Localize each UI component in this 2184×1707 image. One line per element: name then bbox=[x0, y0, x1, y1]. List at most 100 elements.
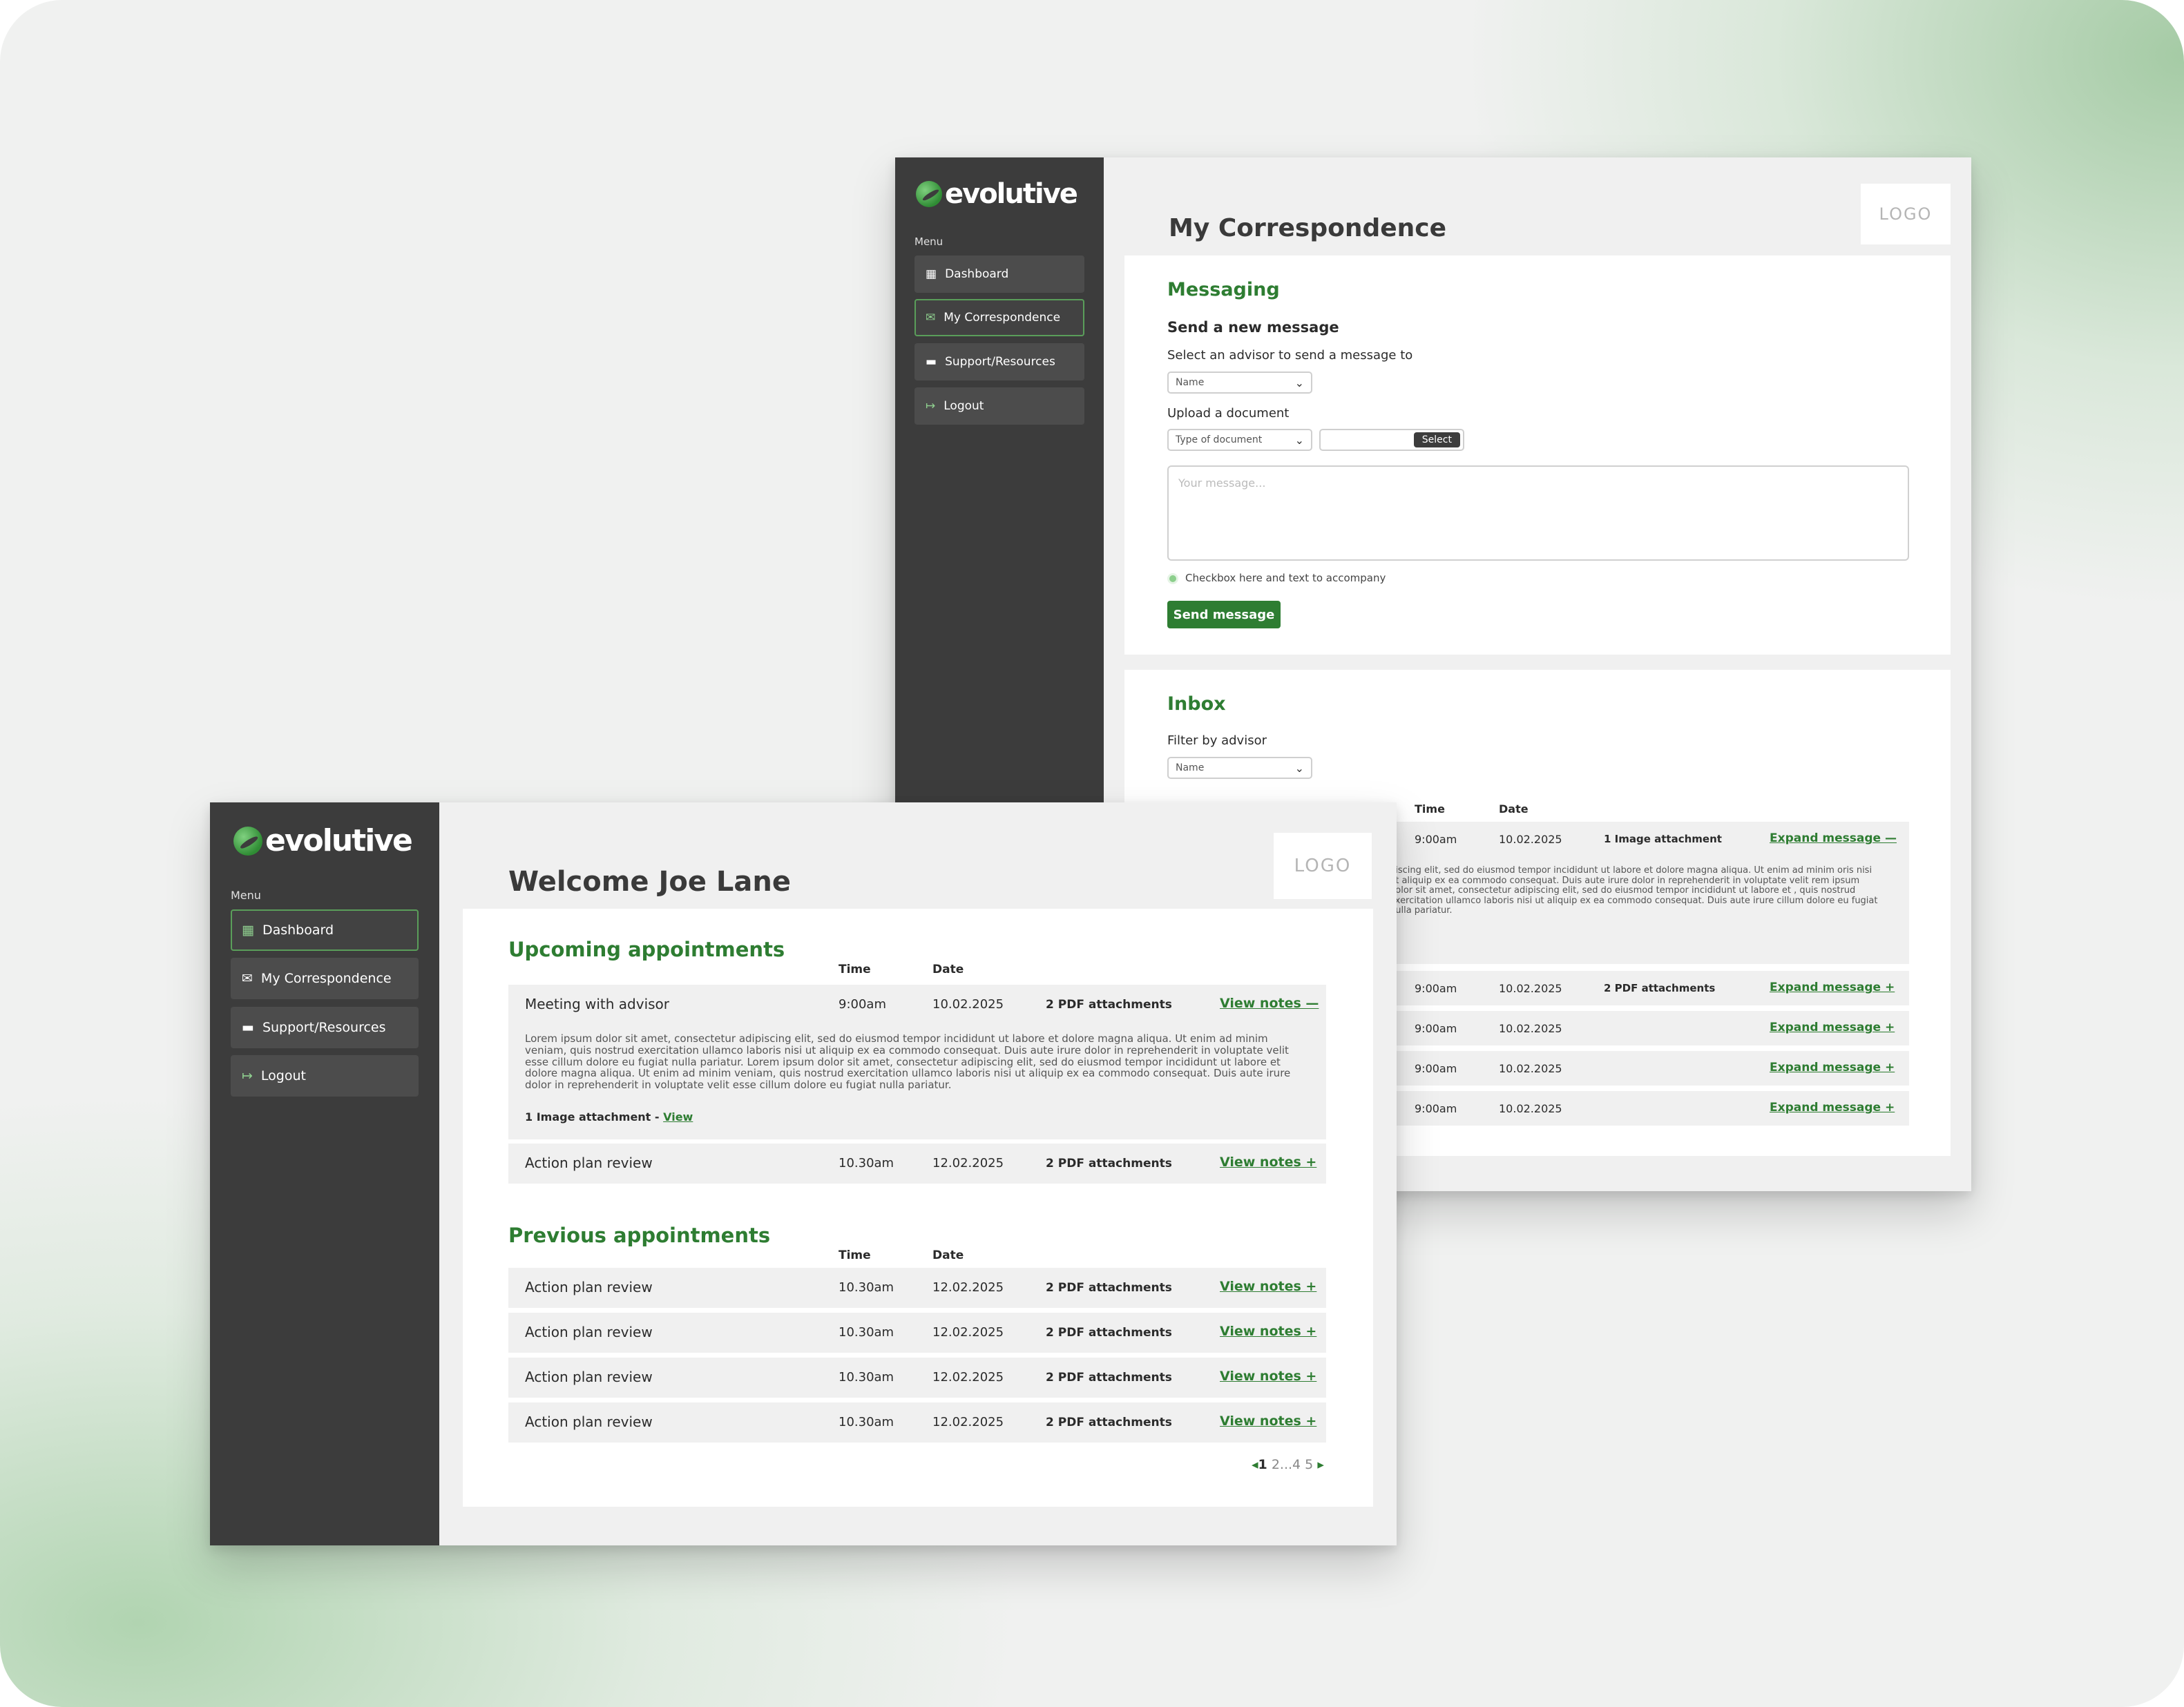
appointment-title: Action plan review bbox=[525, 1279, 653, 1295]
logout-icon: ↦ bbox=[926, 399, 936, 413]
row-date: 10.02.2025 bbox=[1499, 1062, 1562, 1075]
appointment-date: 10.02.2025 bbox=[932, 997, 1004, 1012]
send-message-button[interactable]: Send message bbox=[1167, 601, 1281, 628]
dashboard-icon: ▦ bbox=[242, 923, 254, 938]
view-notes-link[interactable]: View notes + bbox=[1220, 1155, 1316, 1170]
sidebar-item-label: Support/Resources bbox=[262, 1020, 386, 1035]
view-notes-link[interactable]: View notes + bbox=[1220, 1279, 1316, 1294]
appointment-time: 10.30am bbox=[839, 1370, 894, 1385]
appointment-attachments: 2 PDF attachments bbox=[1046, 1326, 1172, 1340]
appointment-time: 10.30am bbox=[839, 1280, 894, 1295]
sidebar-item-logout[interactable]: ↦ Logout bbox=[231, 1055, 419, 1097]
sidebar-item-support-resources[interactable]: ▬ Support/Resources bbox=[231, 1007, 419, 1048]
page-title: Welcome Joe Lane bbox=[508, 866, 791, 898]
page-current[interactable]: 1 bbox=[1258, 1457, 1267, 1472]
sidebar-item-label: My Correspondence bbox=[943, 311, 1061, 325]
messaging-heading: Messaging bbox=[1167, 279, 1280, 300]
appointment-attachments: 2 PDF attachments bbox=[1046, 1281, 1172, 1295]
appointment-time: 10.30am bbox=[839, 1415, 894, 1429]
logout-icon: ↦ bbox=[242, 1068, 253, 1083]
appointment-row[interactable]: Action plan review 10.30am 12.02.2025 2 … bbox=[508, 1144, 1326, 1184]
appointment-row[interactable]: Action plan review 10.30am 12.02.2025 2 … bbox=[508, 1268, 1326, 1308]
menu-label: Menu bbox=[231, 889, 261, 902]
chevron-down-icon: ⌄ bbox=[1294, 433, 1304, 447]
view-image-link[interactable]: View bbox=[663, 1110, 693, 1123]
page-links[interactable]: 2...4 5 bbox=[1272, 1457, 1313, 1472]
view-notes-link[interactable]: View notes + bbox=[1220, 1414, 1316, 1429]
sidebar-item-label: My Correspondence bbox=[260, 971, 392, 986]
advisor-select[interactable]: Name ⌄ bbox=[1167, 372, 1312, 394]
sidebar-item-label: Dashboard bbox=[945, 267, 1009, 281]
filter-select-value: Name bbox=[1176, 762, 1205, 773]
column-header-time: Time bbox=[839, 1248, 871, 1262]
expand-message-link[interactable]: Expand message + bbox=[1770, 981, 1895, 994]
menu-label: Menu bbox=[914, 235, 943, 248]
brand-logo[interactable]: evolutive bbox=[233, 823, 413, 858]
accompany-checkbox[interactable] bbox=[1167, 573, 1178, 584]
appointment-time: 9:00am bbox=[839, 997, 886, 1012]
send-message-subheading: Send a new message bbox=[1167, 319, 1339, 336]
appointment-title: Action plan review bbox=[525, 1369, 653, 1385]
dashboard-window: evolutive Menu ▦ Dashboard ✉ My Correspo… bbox=[210, 802, 1397, 1545]
sidebar-item-dashboard[interactable]: ▦ Dashboard bbox=[914, 255, 1084, 293]
sidebar-item-logout[interactable]: ↦ Logout bbox=[914, 387, 1084, 425]
sidebar-item-my-correspondence[interactable]: ✉ My Correspondence bbox=[914, 299, 1084, 336]
sidebar-item-dashboard[interactable]: ▦ Dashboard bbox=[231, 909, 419, 951]
expand-message-link[interactable]: Expand message + bbox=[1770, 1061, 1895, 1074]
advisor-select-value: Name bbox=[1176, 377, 1205, 388]
row-time: 9:00am bbox=[1415, 833, 1457, 846]
sidebar-item-label: Support/Resources bbox=[945, 355, 1055, 369]
appointment-row[interactable]: Action plan review 10.30am 12.02.2025 2 … bbox=[508, 1313, 1326, 1353]
page-title: My Correspondence bbox=[1169, 214, 1447, 242]
appointment-time: 10.30am bbox=[839, 1325, 894, 1340]
row-date: 10.02.2025 bbox=[1499, 1102, 1562, 1115]
appointment-row-expanded[interactable]: Meeting with advisor 9:00am 10.02.2025 2… bbox=[508, 985, 1326, 1139]
appointment-time: 10.30am bbox=[839, 1156, 894, 1170]
sidebar-item-my-correspondence[interactable]: ✉ My Correspondence bbox=[231, 958, 419, 999]
upload-label: Upload a document bbox=[1167, 406, 1290, 421]
sidebar-item-label: Logout bbox=[943, 399, 984, 413]
expand-message-link[interactable]: Expand message + bbox=[1770, 1101, 1895, 1115]
appointments-card: Upcoming appointments Time Date Meeting … bbox=[463, 909, 1373, 1507]
pagination: ◂1 2...4 5 ▸ bbox=[1252, 1457, 1324, 1472]
chevron-down-icon: ⌄ bbox=[1294, 376, 1304, 389]
previous-page-arrow-icon[interactable]: ◂ bbox=[1252, 1457, 1258, 1472]
column-header-time: Time bbox=[839, 963, 871, 976]
advisor-label: Select an advisor to send a message to bbox=[1167, 348, 1413, 363]
view-notes-link[interactable]: View notes + bbox=[1220, 1324, 1316, 1339]
row-date: 10.02.2025 bbox=[1499, 982, 1562, 995]
appointment-date: 12.02.2025 bbox=[932, 1325, 1004, 1340]
row-attachment: 1 Image attachment bbox=[1604, 833, 1722, 845]
brand-mark-icon bbox=[916, 181, 942, 207]
appointment-title: Action plan review bbox=[525, 1155, 653, 1171]
sidebar: evolutive Menu ▦ Dashboard ✉ My Correspo… bbox=[210, 802, 439, 1545]
appointment-row[interactable]: Action plan review 10.30am 12.02.2025 2 … bbox=[508, 1402, 1326, 1443]
filter-advisor-select[interactable]: Name ⌄ bbox=[1167, 757, 1312, 779]
next-page-arrow-icon[interactable]: ▸ bbox=[1317, 1457, 1324, 1472]
brand-logo[interactable]: evolutive bbox=[916, 178, 1078, 210]
sidebar-item-support-resources[interactable]: ▬ Support/Resources bbox=[914, 343, 1084, 380]
row-time: 9:00am bbox=[1415, 1062, 1457, 1075]
column-header-date: Date bbox=[932, 963, 964, 976]
dashboard-icon: ▦ bbox=[926, 267, 937, 281]
message-placeholder: Your message... bbox=[1178, 476, 1266, 490]
image-attachment-line: 1 Image attachment - View bbox=[525, 1110, 693, 1123]
column-header-time: Time bbox=[1415, 802, 1445, 816]
row-date: 10.02.2025 bbox=[1499, 833, 1562, 846]
file-path-field[interactable]: Select bbox=[1319, 429, 1464, 451]
expand-message-link[interactable]: Expand message + bbox=[1770, 1021, 1895, 1034]
select-file-button[interactable]: Select bbox=[1413, 432, 1460, 447]
previous-appointments-heading: Previous appointments bbox=[508, 1224, 771, 1247]
appointment-date: 12.02.2025 bbox=[932, 1370, 1004, 1385]
row-date: 10.02.2025 bbox=[1499, 1022, 1562, 1035]
view-notes-link[interactable]: View notes + bbox=[1220, 1369, 1316, 1384]
view-notes-link[interactable]: View notes — bbox=[1220, 996, 1319, 1011]
expand-message-link[interactable]: Expand message — bbox=[1770, 831, 1897, 845]
document-type-select[interactable]: Type of document ⌄ bbox=[1167, 429, 1312, 451]
messaging-card: Messaging Send a new message Select an a… bbox=[1124, 255, 1951, 655]
brand-mark-icon bbox=[233, 826, 262, 856]
logo-placeholder: LOGO bbox=[1274, 833, 1372, 899]
message-textarea[interactable]: Your message... bbox=[1167, 465, 1909, 561]
row-attachment: 2 PDF attachments bbox=[1604, 982, 1716, 994]
appointment-row[interactable]: Action plan review 10.30am 12.02.2025 2 … bbox=[508, 1358, 1326, 1398]
